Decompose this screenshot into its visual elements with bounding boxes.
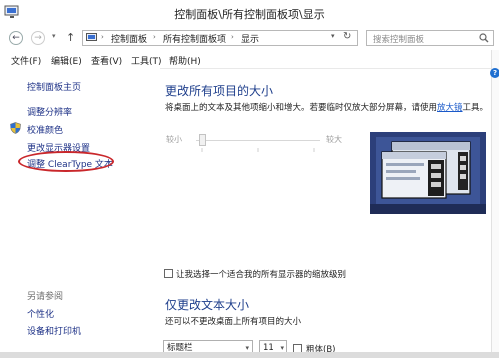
sidebar-item-home[interactable]: 控制面板主页 (27, 80, 81, 93)
control-panel-small-icon (86, 33, 97, 41)
breadcrumb-all-items[interactable]: 所有控制面板项 (163, 32, 226, 45)
see-also-title: 另请参阅 (27, 292, 64, 302)
slider-ticks (201, 148, 315, 152)
sidebar (0, 68, 160, 358)
menu-view[interactable]: 查看(V) (91, 54, 122, 67)
slider-min-label: 较小 (166, 135, 182, 144)
size-slider-track[interactable] (196, 140, 320, 141)
refresh-icon[interactable]: ↻ (343, 31, 351, 42)
custom-scaling-checkbox[interactable] (164, 269, 173, 278)
help-icon[interactable]: ? (490, 68, 499, 78)
sidebar-item-calibrate-color[interactable]: 校准颜色 (27, 123, 63, 136)
page-title: 更改所有项目的大小 (165, 84, 274, 98)
sidebar-item-resolution[interactable]: 调整分辨率 (27, 105, 72, 118)
forward-button[interactable]: → (31, 31, 45, 45)
breadcrumb-separator: › (101, 33, 104, 41)
menu-edit[interactable]: 编辑(E) (51, 54, 82, 67)
address-dropdown-icon[interactable]: ▾ (331, 32, 335, 40)
back-button[interactable]: ← (9, 31, 23, 45)
display-preview-image (370, 132, 486, 214)
breadcrumb-display[interactable]: 显示 (241, 32, 259, 45)
custom-scaling-label[interactable]: 让我选择一个适合我的所有显示器的缩放级别 (176, 268, 346, 280)
breadcrumb-separator: › (231, 33, 234, 41)
magnifier-link[interactable]: 放大镜 (437, 103, 463, 113)
page-description: 将桌面上的文本及其他项缩小和增大。若要临时仅放大部分屏幕，请使用放大镜工具。 (165, 101, 488, 113)
search-placeholder: 搜索控制面板 (373, 35, 425, 45)
description-text: 将桌面上的文本及其他项缩小和增大。若要临时仅放大部分屏幕，请使用 (165, 103, 438, 113)
sidebar-item-devices-printers[interactable]: 设备和打印机 (27, 324, 81, 337)
search-input[interactable]: 搜索控制面板 (366, 30, 494, 46)
slider-max-label: 较大 (326, 135, 342, 144)
highlight-ellipse (18, 151, 114, 172)
section-description-text-size: 还可以不更改桌面上所有项目的大小 (165, 317, 302, 327)
description-suffix: 工具。 (462, 103, 489, 113)
size-slider-thumb[interactable] (199, 134, 206, 146)
section-title-text-size: 仅更改文本大小 (165, 298, 250, 312)
up-button[interactable]: ↑ (66, 31, 75, 44)
window-title: 控制面板\所有控制面板项\显示 (174, 8, 325, 21)
search-icon (479, 33, 489, 43)
menu-help[interactable]: 帮助(H) (169, 54, 201, 67)
shield-icon (10, 122, 21, 134)
recent-dropdown-icon[interactable]: ▾ (52, 32, 56, 40)
menu-file[interactable]: 文件(F) (11, 54, 41, 67)
sidebar-item-personalization[interactable]: 个性化 (27, 307, 54, 320)
status-bar (0, 352, 499, 358)
title-bar: 控制面板\所有控制面板项\显示 (0, 0, 499, 30)
breadcrumb-separator: › (153, 33, 156, 41)
menu-tools[interactable]: 工具(T) (131, 54, 162, 67)
right-edge (491, 50, 499, 358)
breadcrumb-control-panel[interactable]: 控制面板 (111, 32, 147, 45)
